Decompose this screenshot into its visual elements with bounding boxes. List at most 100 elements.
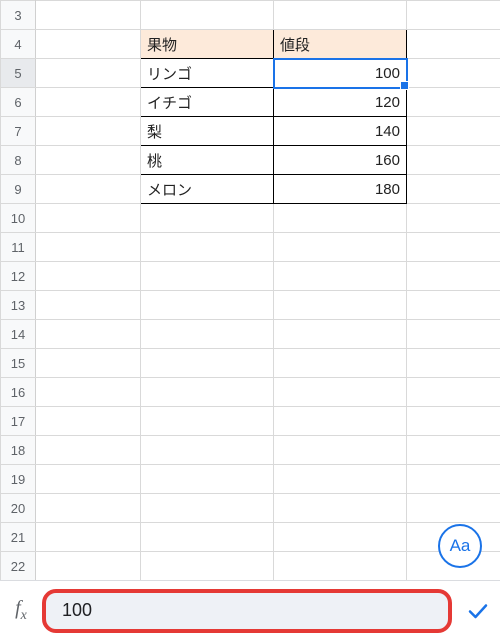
row-header[interactable]: 6 xyxy=(1,88,36,117)
cell[interactable] xyxy=(407,494,500,523)
cell-price[interactable]: 100 xyxy=(274,59,407,88)
row-header[interactable]: 22 xyxy=(1,552,36,581)
cell[interactable] xyxy=(36,262,141,291)
cell[interactable] xyxy=(274,465,407,494)
cell[interactable] xyxy=(141,378,274,407)
cell[interactable] xyxy=(407,436,500,465)
cell[interactable] xyxy=(274,349,407,378)
cell[interactable] xyxy=(141,349,274,378)
cell[interactable] xyxy=(274,204,407,233)
cell[interactable] xyxy=(36,30,141,59)
row-header[interactable]: 21 xyxy=(1,523,36,552)
cell[interactable] xyxy=(407,117,500,146)
cell[interactable] xyxy=(36,117,141,146)
cell[interactable] xyxy=(36,378,141,407)
cell[interactable] xyxy=(407,320,500,349)
cell[interactable] xyxy=(141,552,274,581)
cell[interactable] xyxy=(36,233,141,262)
cell[interactable] xyxy=(274,291,407,320)
cell[interactable] xyxy=(36,88,141,117)
row-header[interactable]: 7 xyxy=(1,117,36,146)
cell[interactable] xyxy=(141,407,274,436)
cell[interactable] xyxy=(141,1,274,30)
cell[interactable] xyxy=(141,262,274,291)
cell[interactable] xyxy=(407,291,500,320)
spreadsheet-grid[interactable]: 34果物値段5リンゴ1006イチゴ1207梨1408桃1609メロン180101… xyxy=(0,0,500,580)
formula-input[interactable] xyxy=(60,599,434,622)
cell[interactable] xyxy=(407,1,500,30)
cell[interactable] xyxy=(274,407,407,436)
row-header[interactable]: 15 xyxy=(1,349,36,378)
row-header[interactable]: 18 xyxy=(1,436,36,465)
cell[interactable] xyxy=(407,233,500,262)
row-header[interactable]: 4 xyxy=(1,30,36,59)
cell[interactable] xyxy=(36,407,141,436)
row-header[interactable]: 10 xyxy=(1,204,36,233)
row-header[interactable]: 14 xyxy=(1,320,36,349)
cell[interactable] xyxy=(36,349,141,378)
row-header[interactable]: 20 xyxy=(1,494,36,523)
row-header[interactable]: 12 xyxy=(1,262,36,291)
cell[interactable] xyxy=(274,320,407,349)
row-header[interactable]: 19 xyxy=(1,465,36,494)
cell-price[interactable]: 140 xyxy=(274,117,407,146)
cell-fruit[interactable]: リンゴ xyxy=(141,59,274,88)
cell[interactable] xyxy=(141,320,274,349)
row-header[interactable]: 5 xyxy=(1,59,36,88)
cell[interactable] xyxy=(36,204,141,233)
cell[interactable] xyxy=(36,146,141,175)
cell[interactable] xyxy=(274,523,407,552)
row-header[interactable]: 3 xyxy=(1,1,36,30)
cell[interactable] xyxy=(407,262,500,291)
cell[interactable] xyxy=(407,204,500,233)
cell[interactable] xyxy=(274,552,407,581)
cell[interactable] xyxy=(36,320,141,349)
cell[interactable] xyxy=(36,436,141,465)
cell[interactable] xyxy=(274,436,407,465)
row-header[interactable]: 11 xyxy=(1,233,36,262)
cell-fruit[interactable]: 桃 xyxy=(141,146,274,175)
cell[interactable] xyxy=(36,59,141,88)
cell[interactable] xyxy=(274,233,407,262)
cell[interactable] xyxy=(141,233,274,262)
cell[interactable] xyxy=(274,494,407,523)
cell[interactable] xyxy=(36,1,141,30)
cell[interactable] xyxy=(36,494,141,523)
cell[interactable] xyxy=(141,494,274,523)
cell[interactable] xyxy=(274,262,407,291)
cell[interactable] xyxy=(407,30,500,59)
row-header[interactable]: 17 xyxy=(1,407,36,436)
cell[interactable] xyxy=(274,1,407,30)
col-header-price[interactable]: 値段 xyxy=(274,30,407,59)
cell[interactable] xyxy=(141,291,274,320)
cell[interactable] xyxy=(407,465,500,494)
cell-price[interactable]: 160 xyxy=(274,146,407,175)
text-format-button[interactable]: Aa xyxy=(438,524,482,568)
cell[interactable] xyxy=(36,175,141,204)
row-header[interactable]: 16 xyxy=(1,378,36,407)
row-header[interactable]: 8 xyxy=(1,146,36,175)
cell-fruit[interactable]: イチゴ xyxy=(141,88,274,117)
row-header[interactable]: 13 xyxy=(1,291,36,320)
cell[interactable] xyxy=(141,204,274,233)
confirm-button[interactable] xyxy=(456,589,500,633)
cell-price[interactable]: 120 xyxy=(274,88,407,117)
cell[interactable] xyxy=(36,523,141,552)
cell[interactable] xyxy=(407,175,500,204)
cell[interactable] xyxy=(36,291,141,320)
cell[interactable] xyxy=(274,378,407,407)
cell-price[interactable]: 180 xyxy=(274,175,407,204)
cell-fruit[interactable]: メロン xyxy=(141,175,274,204)
cell[interactable] xyxy=(407,407,500,436)
row-header[interactable]: 9 xyxy=(1,175,36,204)
cell-fruit[interactable]: 梨 xyxy=(141,117,274,146)
cell[interactable] xyxy=(407,59,500,88)
cell[interactable] xyxy=(141,436,274,465)
cell[interactable] xyxy=(36,465,141,494)
cell[interactable] xyxy=(407,88,500,117)
cell[interactable] xyxy=(36,552,141,581)
cell[interactable] xyxy=(141,465,274,494)
cell[interactable] xyxy=(407,378,500,407)
col-header-fruit[interactable]: 果物 xyxy=(141,30,274,59)
cell[interactable] xyxy=(407,349,500,378)
